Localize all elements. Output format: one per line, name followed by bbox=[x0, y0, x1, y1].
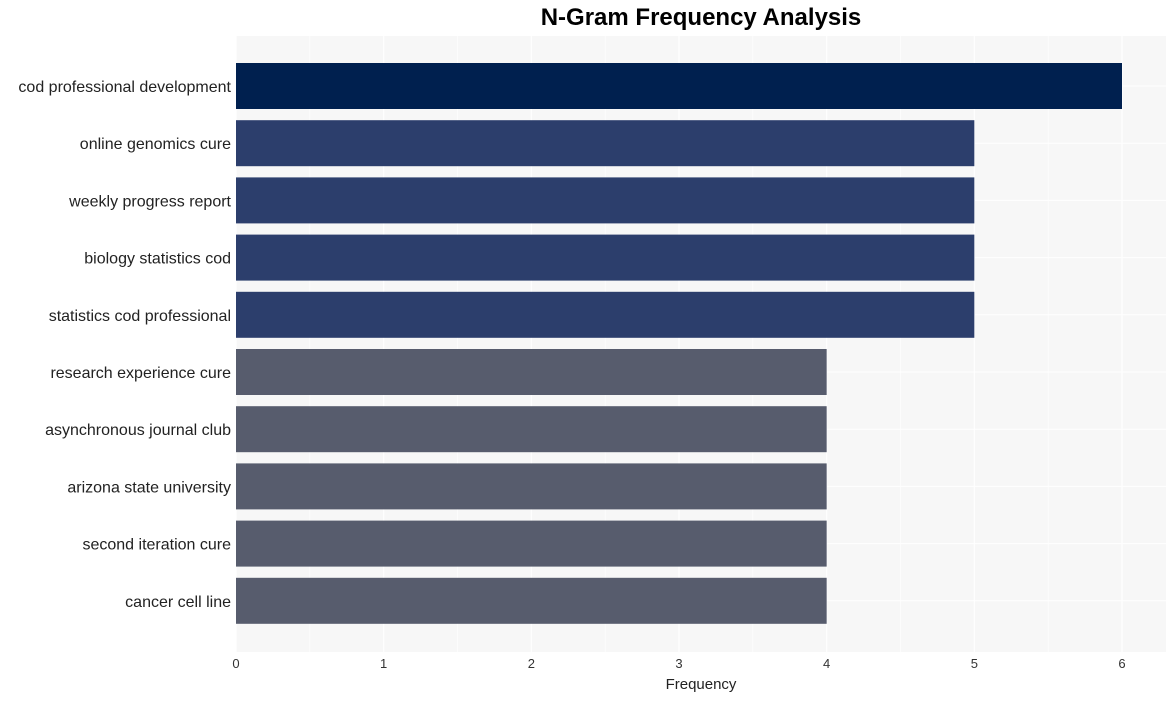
x-tick-label: 6 bbox=[1118, 656, 1125, 671]
y-tick-label: second iteration cure bbox=[82, 537, 231, 554]
y-axis-labels: cod professional development online genom… bbox=[18, 79, 231, 611]
y-tick-label: weekly progress report bbox=[68, 193, 231, 210]
y-tick-label: online genomics cure bbox=[80, 136, 231, 153]
y-tick-label: cancer cell line bbox=[125, 594, 231, 611]
bar bbox=[236, 291, 975, 338]
x-tick-label: 5 bbox=[971, 656, 978, 671]
bar bbox=[236, 177, 975, 224]
y-tick-label: cod professional development bbox=[18, 79, 231, 96]
bar bbox=[236, 520, 827, 567]
x-tick-label: 3 bbox=[675, 656, 682, 671]
x-axis-label: Frequency bbox=[666, 676, 737, 693]
y-tick-label: biology statistics cod bbox=[84, 251, 231, 268]
x-tick-label: 4 bbox=[823, 656, 830, 671]
bar bbox=[236, 577, 827, 624]
y-tick-label: asynchronous journal club bbox=[45, 422, 231, 439]
x-tick-label: 0 bbox=[232, 656, 239, 671]
bar bbox=[236, 463, 827, 510]
bar bbox=[236, 349, 827, 395]
y-tick-label: research experience cure bbox=[50, 365, 231, 382]
bar bbox=[236, 120, 975, 167]
bar bbox=[236, 234, 975, 281]
bar bbox=[236, 63, 1122, 109]
y-tick-label: statistics cod professional bbox=[49, 308, 231, 325]
x-axis-ticks: 0 1 2 3 4 5 6 bbox=[232, 656, 1125, 671]
bar bbox=[236, 406, 827, 453]
bar-chart: cod professional development online genom… bbox=[18, 36, 1166, 693]
x-tick-label: 2 bbox=[528, 656, 535, 671]
y-tick-label: arizona state university bbox=[67, 479, 231, 496]
x-tick-label: 1 bbox=[380, 656, 387, 671]
